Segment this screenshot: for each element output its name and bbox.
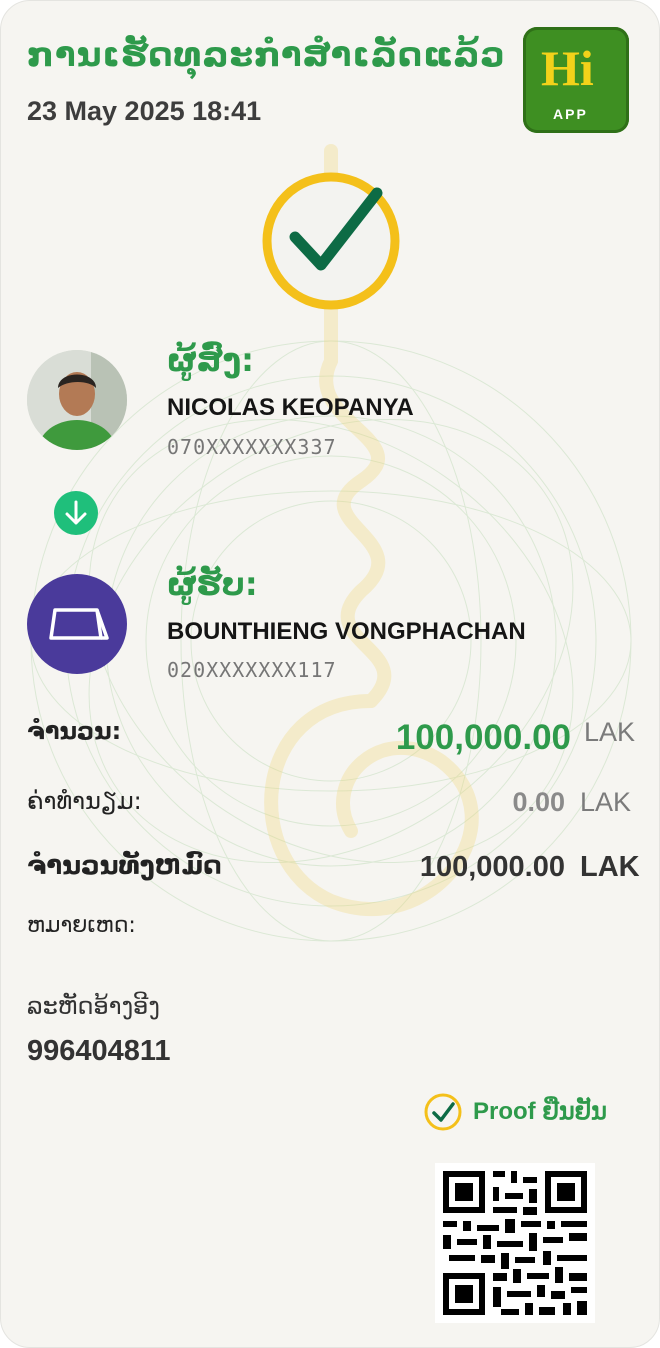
hi-app-logo: Hi APP bbox=[523, 27, 629, 133]
sender-avatar bbox=[27, 350, 127, 450]
note-label: ຫມາຍເຫດ: bbox=[27, 913, 136, 938]
fee-currency: LAK bbox=[580, 787, 632, 817]
total-value: 100,000.00 bbox=[419, 851, 565, 883]
transaction-datetime: 23 May 2025 18:41 bbox=[27, 96, 262, 126]
check-circle-small-icon bbox=[424, 1093, 462, 1131]
total-currency: LAK bbox=[580, 851, 640, 883]
total-label: ຈຳນວນທັງຫມົດ bbox=[27, 851, 222, 881]
receiver-account: 020XXXXXXX117 bbox=[167, 658, 337, 682]
sender-label: ຜູ້ສົ່ງ: bbox=[167, 341, 254, 379]
card-icon bbox=[49, 608, 109, 640]
reference-label: ລະຫັດອ້າງອີງ bbox=[27, 992, 160, 1020]
reference-number: 996404811 bbox=[27, 1035, 171, 1067]
logo-subtext: APP bbox=[553, 106, 588, 122]
page-title: ການເຮັດທຸລະກຳສຳເລັດແລ້ວ bbox=[27, 35, 506, 75]
qr-code-image bbox=[435, 1163, 595, 1323]
amount-value: 100,000.00 bbox=[395, 718, 571, 757]
fee-label: ຄ່າທຳນຽມ: bbox=[27, 787, 142, 815]
amount-currency: LAK bbox=[584, 717, 636, 747]
fee-value: 0.00 bbox=[512, 787, 565, 817]
receiver-avatar bbox=[27, 574, 127, 674]
qr-code bbox=[435, 1163, 595, 1323]
logo-text: Hi bbox=[541, 40, 594, 96]
amount-label: ຈຳນວນ: bbox=[27, 717, 122, 745]
proof-verified: Proof ຢືນຢັນ bbox=[423, 1091, 633, 1131]
sender-account: 070XXXXXXX337 bbox=[167, 435, 337, 459]
receipt-card: ການເຮັດທຸລະກຳສຳເລັດແລ້ວ 23 May 2025 18:4… bbox=[0, 0, 660, 1348]
sender-name: NICOLAS KEOPANYA bbox=[167, 394, 414, 421]
check-circle-icon bbox=[262, 172, 400, 310]
receiver-label: ຜູ້ຮັບ: bbox=[167, 565, 258, 603]
receiver-name: BOUNTHIENG VONGPHACHAN bbox=[167, 618, 526, 645]
proof-label: Proof ຢືນຢັນ bbox=[473, 1098, 607, 1125]
arrow-down-circle-icon bbox=[54, 491, 98, 535]
sender-photo bbox=[27, 350, 127, 450]
